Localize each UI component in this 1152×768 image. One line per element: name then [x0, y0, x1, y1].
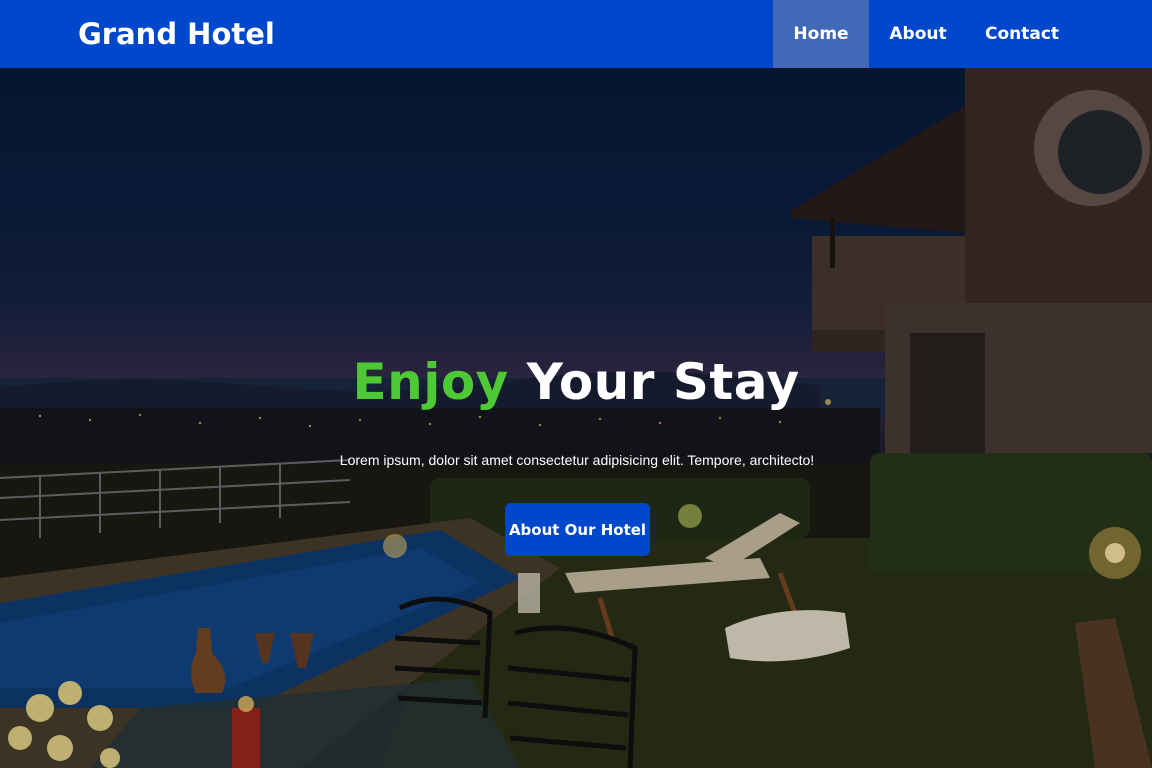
hero-title-accent: Enjoy	[352, 353, 509, 411]
nav-item-home[interactable]: Home	[773, 0, 869, 68]
hero-title: Enjoy Your Stay	[0, 350, 1152, 414]
navbar: Grand Hotel Home About Contact	[0, 0, 1152, 68]
nav-item-contact[interactable]: Contact	[967, 0, 1077, 68]
hero-title-rest: Your Stay	[526, 353, 800, 411]
hero-overlay	[0, 68, 1152, 768]
about-our-hotel-button[interactable]: About Our Hotel	[505, 503, 650, 556]
brand-logo[interactable]: Grand Hotel	[78, 0, 275, 68]
hero-subtitle: Lorem ipsum, dolor sit amet consectetur …	[339, 452, 815, 468]
main-nav: Home About Contact	[773, 0, 1077, 68]
nav-item-about[interactable]: About	[869, 0, 967, 68]
hero-section: Enjoy Your Stay Lorem ipsum, dolor sit a…	[0, 68, 1152, 768]
